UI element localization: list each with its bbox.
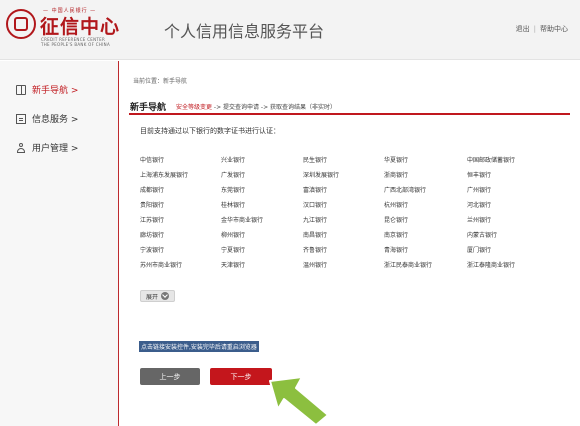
bank-name: 中国邮政储蓄银行 bbox=[467, 157, 516, 164]
bank-list: 中信银行 兴业银行 民生银行 华夏银行 中国邮政储蓄银行上海浦东发展银行 广发银行 深圳发展… bbox=[140, 155, 540, 275]
pboc-logo-icon bbox=[6, 9, 36, 39]
bank-name: 贵阳银行 bbox=[140, 202, 165, 209]
help-center-link[interactable]: 帮助中心 bbox=[540, 25, 568, 33]
bank-name: 浙商银行 bbox=[384, 172, 409, 179]
bank-name: 南京银行 bbox=[384, 232, 409, 239]
bank-intro-text: 目前支持通过以下银行的数字证书进行认证： bbox=[140, 127, 280, 135]
bank-name: 九江银行 bbox=[303, 217, 328, 224]
bank-name: 东莞银行 bbox=[221, 187, 246, 194]
bank-name: 中信银行 bbox=[140, 157, 165, 164]
logo-name: 征信中心 bbox=[40, 16, 121, 38]
bank-name: 厦门银行 bbox=[467, 247, 492, 254]
bank-name: 齐鲁银行 bbox=[303, 247, 328, 254]
bank-name: 宁夏银行 bbox=[221, 247, 246, 254]
header: — 中国人民银行 — 征信中心 CREDIT REFERENCE CENTER … bbox=[0, 0, 580, 60]
sidebar-item-label: 新手导航 > bbox=[32, 86, 79, 96]
bank-name: 汉口银行 bbox=[303, 202, 328, 209]
bank-name: 兴业银行 bbox=[221, 157, 246, 164]
bank-name: 华夏银行 bbox=[384, 157, 409, 164]
expand-button[interactable]: 展开 bbox=[140, 290, 175, 302]
bank-name: 昆仑银行 bbox=[384, 217, 409, 224]
bank-name: 富滇银行 bbox=[303, 187, 328, 194]
bank-row: 中信银行 兴业银行 民生银行 华夏银行 中国邮政储蓄银行 bbox=[140, 155, 540, 170]
bank-name: 河北银行 bbox=[467, 202, 492, 209]
document-icon bbox=[16, 113, 26, 124]
previous-step-button[interactable]: 上一步 bbox=[140, 368, 200, 385]
bank-name: 浙江泰隆商业银行 bbox=[467, 262, 516, 269]
tab-title: 新手导航 bbox=[130, 103, 167, 113]
step-security-level: 安全等级变更 bbox=[176, 104, 213, 111]
sidebar: 新手导航 > 信息服务 > 用户管理 > bbox=[0, 61, 119, 426]
step-tab-bar: 新手导航 安全等级变更 -> 提交查询申请 -> 获取查询结果（非实时） bbox=[129, 98, 570, 115]
breadcrumb: 当前位置：新手导航 bbox=[133, 78, 188, 85]
bank-name: 江苏银行 bbox=[140, 217, 165, 224]
bank-name: 内蒙古银行 bbox=[467, 232, 498, 239]
logout-link[interactable]: 退出 bbox=[516, 25, 530, 33]
bank-name: 恒丰银行 bbox=[467, 172, 492, 179]
bank-name: 金华市商业银行 bbox=[221, 217, 264, 224]
bank-name: 广发银行 bbox=[221, 172, 246, 179]
bank-name: 天津银行 bbox=[221, 262, 246, 269]
sidebar-item-guide[interactable]: 新手导航 > bbox=[16, 83, 78, 96]
bank-row: 上海浦东发展银行 广发银行 深圳发展银行 浙商银行 恒丰银行 bbox=[140, 170, 540, 185]
bank-name: 宁波银行 bbox=[140, 247, 165, 254]
pointer-arrow-icon bbox=[269, 376, 329, 426]
bank-name: 杭州银行 bbox=[384, 202, 409, 209]
logo-english-line2: THE PEOPLE'S BANK OF CHINA bbox=[41, 42, 111, 47]
bank-row: 苏州市商业银行 天津银行 温州银行 浙江民泰商业银行 浙江泰隆商业银行 bbox=[140, 260, 540, 275]
bank-row: 廊坊银行 柳州银行 南昌银行 南京银行 内蒙古银行 bbox=[140, 230, 540, 245]
bank-name: 桂林银行 bbox=[221, 202, 246, 209]
step-progress: 安全等级变更 -> 提交查询申请 -> 获取查询结果（非实时） bbox=[176, 102, 336, 111]
user-icon bbox=[16, 142, 26, 153]
bank-row: 宁波银行 宁夏银行 齐鲁银行 青海银行 厦门银行 bbox=[140, 245, 540, 260]
bank-name: 廊坊银行 bbox=[140, 232, 165, 239]
bank-name: 广州银行 bbox=[467, 187, 492, 194]
install-control-link[interactable]: 点击链接安装控件,安装完毕后请重启浏览器 bbox=[139, 341, 259, 352]
bank-name: 温州银行 bbox=[303, 262, 328, 269]
bank-row: 成都银行 东莞银行 富滇银行 广西北部湾银行 广州银行 bbox=[140, 185, 540, 200]
step-rest: -> 提交查询申请 -> 获取查询结果（非实时） bbox=[212, 104, 337, 111]
bank-name: 广西北部湾银行 bbox=[384, 187, 427, 194]
bank-row: 贵阳银行 桂林银行 汉口银行 杭州银行 河北银行 bbox=[140, 200, 540, 215]
sidebar-item-info-service[interactable]: 信息服务 > bbox=[16, 112, 78, 125]
bank-name: 浙江民泰商业银行 bbox=[384, 262, 433, 269]
bank-name: 兰州银行 bbox=[467, 217, 492, 224]
bank-name: 南昌银行 bbox=[303, 232, 328, 239]
bank-name: 苏州市商业银行 bbox=[140, 262, 183, 269]
book-icon bbox=[16, 84, 26, 95]
bank-name: 深圳发展银行 bbox=[303, 172, 340, 179]
bank-name: 成都银行 bbox=[140, 187, 165, 194]
chevron-down-icon bbox=[161, 292, 170, 300]
bank-name: 上海浦东发展银行 bbox=[140, 172, 189, 179]
bank-name: 民生银行 bbox=[303, 157, 328, 164]
header-links: 退出 | 帮助中心 bbox=[516, 24, 568, 34]
expand-label: 展开 bbox=[146, 293, 159, 301]
sidebar-item-label: 信息服务 > bbox=[32, 115, 79, 125]
platform-title: 个人信用信息服务平台 bbox=[164, 22, 325, 41]
bank-name: 柳州银行 bbox=[221, 232, 246, 239]
sidebar-item-user-management[interactable]: 用户管理 > bbox=[16, 141, 78, 154]
sidebar-item-label: 用户管理 > bbox=[32, 144, 79, 154]
bank-row: 江苏银行 金华市商业银行 九江银行 昆仑银行 兰州银行 bbox=[140, 215, 540, 230]
bank-name: 青海银行 bbox=[384, 247, 409, 254]
header-link-separator: | bbox=[533, 25, 536, 33]
